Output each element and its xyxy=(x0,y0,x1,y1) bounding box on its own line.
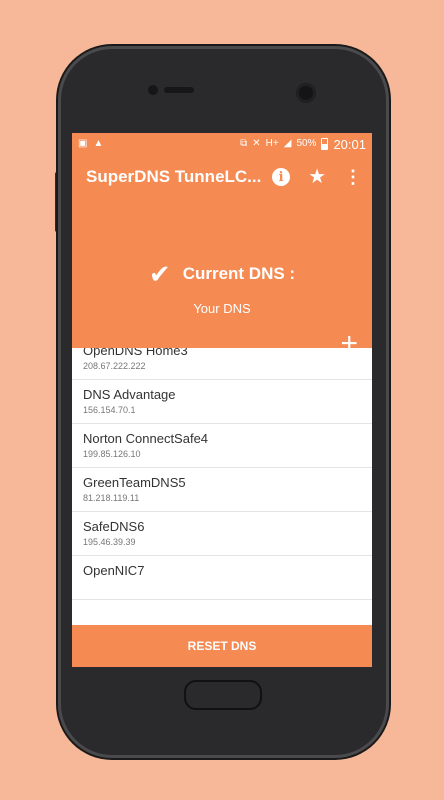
reset-dns-button[interactable]: RESET DNS xyxy=(72,625,372,667)
dns-ip: 81.218.119.11 xyxy=(83,493,140,504)
home-button xyxy=(184,680,262,710)
signal-icon: ◢ xyxy=(283,138,292,149)
dns-list-item[interactable]: GreenTeamDNS5 81.218.119.11 xyxy=(72,468,372,512)
status-time: 20:01 xyxy=(333,136,366,152)
check-icon: ✔ xyxy=(148,259,171,289)
dns-name: OpenDNS Home3 xyxy=(83,348,188,358)
more-vert-icon[interactable]: ⋮ xyxy=(344,168,362,186)
mute-icon: ✕ xyxy=(252,138,261,149)
app-header: SuperDNS TunneLC... i ★ ⋮ ✔ Current DNS … xyxy=(72,155,372,359)
dns-list-item[interactable]: DNS Advantage 156.154.70.1 xyxy=(72,380,372,424)
warning-icon: ▲ xyxy=(93,138,104,149)
app-title: SuperDNS TunneLC... xyxy=(86,167,262,186)
dns-list[interactable]: OpenDNS Home3 208.67.222.222 DNS Advanta… xyxy=(72,348,372,633)
current-dns: ✔ Current DNS : Your DNS xyxy=(72,261,372,316)
dns-ip: 199.85.126.10 xyxy=(83,449,141,460)
battery-icon xyxy=(321,138,329,150)
front-camera xyxy=(296,83,316,103)
current-dns-label: Current DNS : xyxy=(182,264,296,283)
battery-percent: 50% xyxy=(296,138,317,149)
phone-speaker xyxy=(148,85,202,95)
dns-list-item[interactable]: SafeDNS6 195.46.39.39 xyxy=(72,512,372,556)
status-bar: ▣ ▲ ⧉ ✕ H+ ◢ 50% 20:01 xyxy=(72,133,372,155)
dns-name: GreenTeamDNS5 xyxy=(83,475,186,490)
image-icon: ▣ xyxy=(78,138,88,149)
current-dns-value: Your DNS xyxy=(193,301,251,316)
toolbar: SuperDNS TunneLC... i ★ ⋮ xyxy=(72,155,372,199)
dns-name: OpenNIC7 xyxy=(83,563,145,578)
dns-list-item[interactable]: Norton ConnectSafe4 199.85.126.10 xyxy=(72,424,372,468)
info-icon[interactable]: i xyxy=(272,168,291,186)
dns-list-item[interactable]: OpenDNS Home3 208.67.222.222 xyxy=(72,348,372,380)
dns-name: Norton ConnectSafe4 xyxy=(83,431,209,446)
dns-ip: 208.67.222.222 xyxy=(83,361,146,372)
dns-name: DNS Advantage xyxy=(83,387,176,402)
cast-icon: ⧉ xyxy=(240,138,248,149)
dns-list-item[interactable]: OpenNIC7 xyxy=(72,556,372,600)
star-icon[interactable]: ★ xyxy=(308,167,326,187)
dns-ip: 195.46.39.39 xyxy=(83,537,136,548)
dns-ip: 156.154.70.1 xyxy=(83,405,136,416)
dns-name: SafeDNS6 xyxy=(83,519,145,534)
app-screen: ▣ ▲ ⧉ ✕ H+ ◢ 50% 20:01 SuperDNS TunneLC.… xyxy=(72,133,372,667)
h-plus-icon: H+ xyxy=(265,138,279,149)
